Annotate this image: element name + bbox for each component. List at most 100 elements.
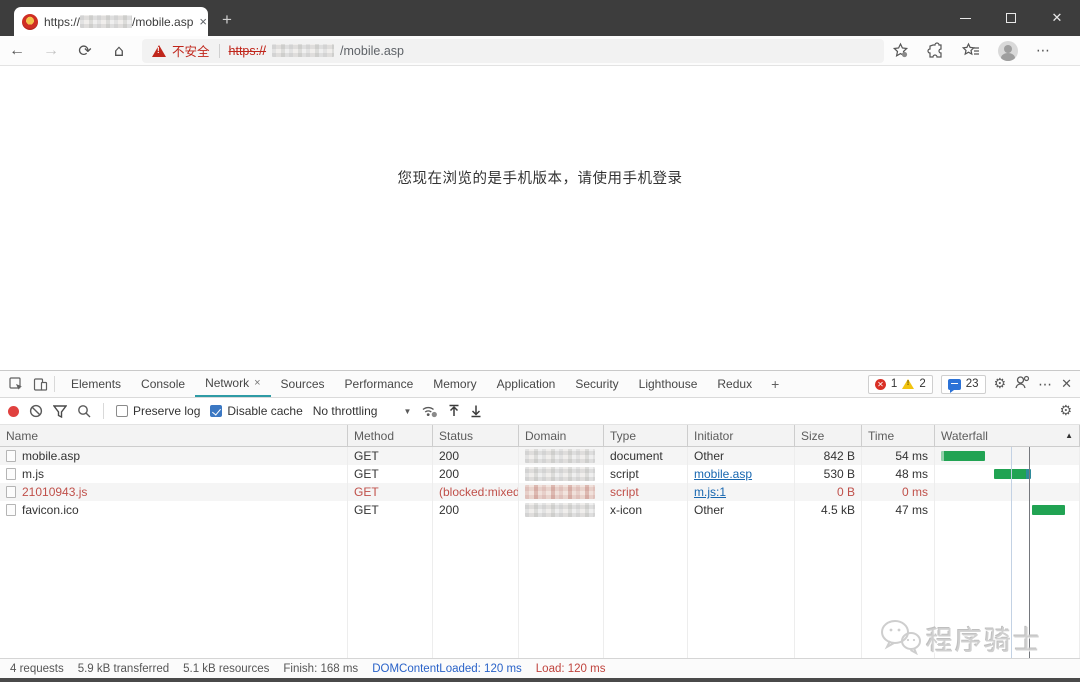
- close-button[interactable]: ✕: [1034, 0, 1080, 36]
- devtools-panel: Elements Console Network × Sources Performanc…: [0, 370, 1080, 679]
- network-row-m.js[interactable]: m.js GET 200 script mobile.asp 530 B 48 ms: [0, 465, 1080, 483]
- column-header-waterfall[interactable]: Waterfall ▲: [935, 425, 1080, 447]
- issues-badge[interactable]: 23: [940, 374, 986, 394]
- cell-name[interactable]: favicon.ico: [0, 501, 348, 519]
- cell-initiator[interactable]: m.js:1: [688, 483, 795, 501]
- initiator-link[interactable]: m.js:1: [694, 485, 726, 499]
- not-secure-label[interactable]: 不安全: [172, 41, 210, 60]
- cell-name[interactable]: m.js: [0, 465, 348, 483]
- file-icon: [6, 504, 16, 516]
- tab-close-icon[interactable]: ×: [254, 377, 260, 389]
- load-event-line: [1029, 447, 1030, 658]
- tab-close-icon[interactable]: ×: [199, 15, 207, 28]
- browser-tab[interactable]: https:// /mobile.asp ×: [14, 7, 208, 36]
- profile-avatar[interactable]: [998, 40, 1018, 61]
- cell-method: GET: [348, 465, 433, 483]
- address-bar[interactable]: 不安全 https:// /mobile.asp: [142, 38, 884, 63]
- cell-type: script: [604, 483, 688, 501]
- new-tab-button[interactable]: +: [222, 10, 232, 30]
- column-header-method[interactable]: Method: [348, 425, 433, 447]
- cell-status: (blocked:mixed...: [433, 483, 519, 501]
- disable-cache-checkbox[interactable]: Disable cache: [210, 404, 303, 418]
- window-controls: ✕: [942, 0, 1080, 36]
- table-filler-cell: [348, 519, 433, 658]
- sort-indicator-icon: ▲: [1065, 431, 1073, 440]
- preserve-log-checkbox-box[interactable]: [116, 405, 128, 417]
- url-scheme: https://: [228, 43, 267, 58]
- warning-icon: [902, 379, 915, 389]
- errors-warnings-badge[interactable]: ✕ 1 2: [867, 374, 933, 394]
- more-tools-button[interactable]: +: [762, 376, 788, 392]
- network-row-21010943.js[interactable]: 21010943.jsGET(blocked:mixed... script m.j…: [0, 483, 1080, 501]
- network-row-mobile.asp[interactable]: mobile.asp GET 200 document Other 842 B 54 ms: [0, 447, 1080, 465]
- network-row-favicon.ico[interactable]: favicon.ico GET 200 x-icon Other 4.5 kB 47 ms: [0, 501, 1080, 519]
- import-har-icon[interactable]: [448, 404, 460, 418]
- disable-cache-checkbox-box[interactable]: [210, 405, 223, 417]
- devtools-tab-elements[interactable]: Elements: [61, 371, 131, 397]
- device-toolbar-icon[interactable]: [28, 372, 52, 396]
- devtools-tab-security[interactable]: Security: [565, 371, 628, 397]
- summary-item: 5.1 kB resources: [183, 663, 270, 675]
- window-bottom-edge: [0, 678, 1080, 682]
- file-icon: [6, 486, 16, 498]
- devtools-tab-performance[interactable]: Performance: [335, 371, 424, 397]
- export-har-icon[interactable]: [470, 404, 482, 418]
- back-icon[interactable]: ←: [0, 42, 34, 60]
- cell-name[interactable]: mobile.asp: [0, 447, 348, 465]
- devtools-tab-redux[interactable]: Redux: [707, 371, 762, 397]
- network-conditions-icon[interactable]: [421, 404, 438, 418]
- search-icon[interactable]: [77, 404, 91, 418]
- throttling-select[interactable]: No throttling ▼: [313, 404, 412, 418]
- home-icon[interactable]: ⌂: [102, 41, 136, 60]
- devtools-tab-sources[interactable]: Sources: [271, 371, 335, 397]
- column-header-name[interactable]: Name: [0, 425, 348, 447]
- summary-item[interactable]: Load: 120 ms: [536, 663, 606, 675]
- filter-icon[interactable]: [53, 404, 67, 418]
- devtools-feedback-icon[interactable]: [1014, 375, 1030, 393]
- page-content: 您现在浏览的是手机版本，请使用手机登录: [0, 67, 1080, 370]
- column-header-status[interactable]: Status: [433, 425, 519, 447]
- table-filler: [0, 519, 1080, 658]
- cell-initiator[interactable]: mobile.asp: [688, 465, 795, 483]
- favorites-hub-icon[interactable]: [962, 42, 980, 59]
- cell-size: 530 B: [795, 465, 862, 483]
- favorites-star-icon[interactable]: [892, 42, 909, 59]
- devtools-tab-console[interactable]: Console: [131, 371, 195, 397]
- inspect-element-icon[interactable]: [4, 372, 28, 396]
- minimize-button[interactable]: [942, 0, 988, 36]
- devtools-tab-lighthouse[interactable]: Lighthouse: [629, 371, 708, 397]
- not-secure-warning-icon[interactable]: [152, 44, 166, 57]
- preserve-log-checkbox[interactable]: Preserve log: [116, 404, 200, 418]
- column-header-size[interactable]: Size: [795, 425, 862, 447]
- url-path: /mobile.asp: [340, 43, 404, 58]
- summary-item[interactable]: DOMContentLoaded: 120 ms: [372, 663, 522, 675]
- devtools-more-icon[interactable]: ⋯: [1038, 376, 1053, 393]
- refresh-icon[interactable]: ⟳: [68, 41, 102, 60]
- devtools-close-icon[interactable]: ✕: [1061, 376, 1072, 392]
- devtools-tab-application[interactable]: Application: [487, 371, 566, 397]
- redacted-url-host: [272, 44, 335, 57]
- column-header-type[interactable]: Type: [604, 425, 688, 447]
- devtools-tab-network[interactable]: Network ×: [195, 371, 271, 397]
- summary-item: 5.9 kB transferred: [77, 663, 170, 675]
- column-header-time[interactable]: Time: [862, 425, 935, 447]
- cell-time: 47 ms: [862, 501, 935, 519]
- column-header-initiator[interactable]: Initiator: [688, 425, 795, 447]
- column-header-domain[interactable]: Domain: [519, 425, 604, 447]
- network-settings-icon[interactable]: ⚙: [1059, 403, 1072, 419]
- devtools-tab-memory[interactable]: Memory: [423, 371, 486, 397]
- cell-status: 200: [433, 447, 519, 465]
- cell-initiator: Other: [688, 447, 795, 465]
- cell-time: 0 ms: [862, 483, 935, 501]
- network-toolbar: Preserve log Disable cache No throttling…: [0, 398, 1080, 425]
- record-network-log-icon[interactable]: [8, 405, 19, 417]
- clear-network-log-icon[interactable]: [29, 404, 43, 418]
- devtools-settings-icon[interactable]: ⚙: [994, 376, 1007, 392]
- maximize-button[interactable]: [988, 0, 1034, 36]
- more-menu-icon[interactable]: ⋯: [1036, 42, 1051, 59]
- initiator-link[interactable]: mobile.asp: [694, 467, 752, 481]
- extensions-icon[interactable]: [927, 42, 944, 59]
- redacted-domain: [80, 15, 133, 28]
- cell-method: GET: [348, 483, 433, 501]
- cell-name[interactable]: 21010943.js: [0, 483, 348, 501]
